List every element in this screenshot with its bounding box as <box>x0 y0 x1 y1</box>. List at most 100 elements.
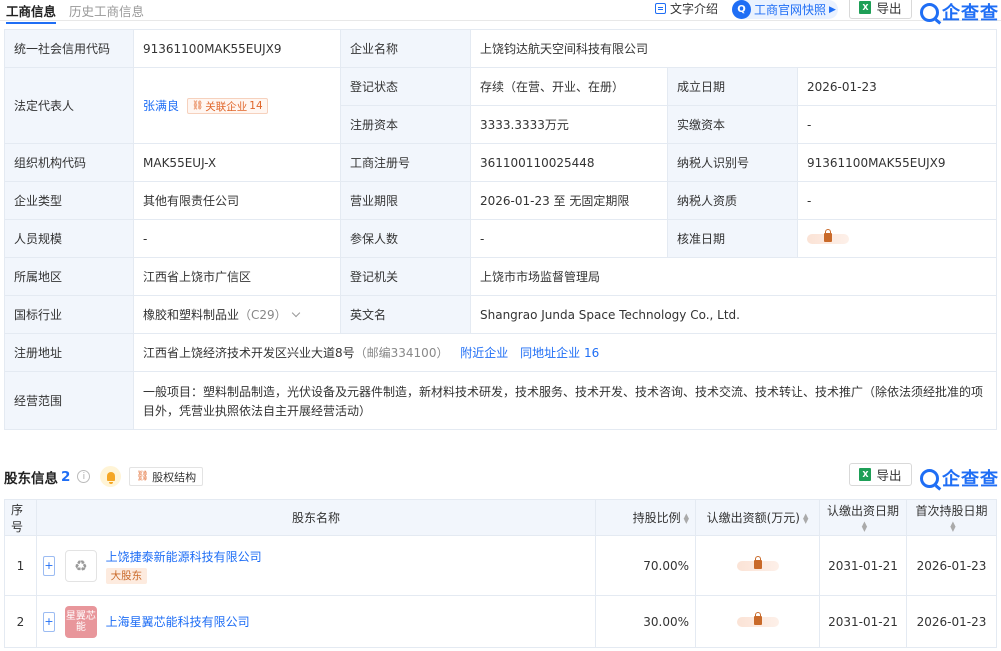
table-header-row: 序号 股东名称 持股比例 ▲ ▼ 认缴出资额(万元) ▲ ▼ 认缴出资日期▲ ▼ 首次持股… <box>4 499 997 536</box>
shareholder-info: 上饶捷泰新能源科技有限公司 大股东 <box>105 548 262 584</box>
equity-structure-button[interactable]: ⛓ 股权结构 <box>129 467 204 486</box>
excel-icon: X <box>859 468 872 481</box>
shareholder-count: 2 <box>61 468 71 485</box>
tab-business-info[interactable]: 工商信息 <box>6 1 57 24</box>
export-button-shareholders[interactable]: X 导出 <box>849 463 912 486</box>
info-icon[interactable]: i <box>77 470 91 483</box>
taxpayer-id-label: 纳税人识别号 <box>667 143 798 182</box>
monitor-bell-button[interactable] <box>100 466 122 487</box>
term-label: 营业期限 <box>340 181 471 220</box>
table-row: 人员规模 - 参保人数 - 核准日期 <box>4 219 998 258</box>
row-index: 2 <box>4 595 37 648</box>
company-name-value: 上饶钧达航天空间科技有限公司 <box>469 29 998 68</box>
expand-plus-button[interactable]: + <box>43 555 55 576</box>
sort-icon: ▲ ▼ <box>950 519 956 533</box>
col-ratio[interactable]: 持股比例 ▲ ▼ <box>595 499 696 536</box>
reg-capital-label: 注册资本 <box>340 105 471 144</box>
col-name: 股东名称 <box>36 499 596 536</box>
address-value: 江西省上饶经济技术开发区兴业大道8号 <box>143 346 355 360</box>
table-row: 统一社会信用代码 91361100MAK55EUJX9 企业名称 上饶钧达航天空… <box>4 29 998 68</box>
approved-label: 核准日期 <box>667 219 798 258</box>
org-code-value: MAK55EUJ-X <box>133 143 341 182</box>
vip-locked-value[interactable] <box>807 229 849 244</box>
related-label: 关联企业 <box>205 100 248 113</box>
vip-locked-value[interactable] <box>736 556 779 571</box>
paid-capital-label: 实缴资本 <box>667 105 798 144</box>
region-label: 所属地区 <box>4 257 134 296</box>
industry-value: 橡胶和塑料制品业 <box>143 308 240 322</box>
legal-rep-link[interactable]: 张满良 <box>143 99 179 113</box>
address-label: 注册地址 <box>4 333 134 372</box>
export-button-top[interactable]: X 导出 <box>849 0 912 19</box>
chevron-down-icon[interactable] <box>291 308 300 318</box>
shareholder-table: 序号 股东名称 持股比例 ▲ ▼ 认缴出资额(万元) ▲ ▼ 认缴出资日期▲ ▼ 首次持股… <box>4 499 997 648</box>
col-subscribed-amount-label: 认缴出资额(万元) <box>706 511 800 525</box>
vip-locked-value[interactable] <box>736 612 779 627</box>
tab-history-business-info[interactable]: 历史工商信息 <box>69 1 144 20</box>
taxpayer-qual-label: 纳税人资质 <box>667 181 798 220</box>
nearby-companies-link[interactable]: 附近企业 <box>460 346 508 360</box>
lock-icon <box>753 556 762 569</box>
same-address-label: 同地址企业 <box>520 346 581 360</box>
table-row: 国标行业 橡胶和塑料制品业（C29） 英文名 Shangrao Junda Sp… <box>4 295 998 334</box>
reg-no-label: 工商注册号 <box>340 143 471 182</box>
business-info-table: 统一社会信用代码 91361100MAK55EUJX9 企业名称 上饶钧达航天空… <box>4 29 998 430</box>
related-count: 14 <box>249 100 263 113</box>
industry-label: 国标行业 <box>4 295 134 334</box>
qichacha-logo: 企查查 <box>920 465 999 491</box>
snapshot-icon: Q <box>732 0 751 19</box>
ratio-value: 70.00% <box>595 535 696 596</box>
same-address-link[interactable]: 同地址企业 16 <box>520 346 599 360</box>
industry-cell[interactable]: 橡胶和塑料制品业（C29） <box>133 295 341 334</box>
row-index: 1 <box>4 535 37 596</box>
recycle-logo-icon: ♻ <box>64 549 97 582</box>
region-value: 江西省上饶市广信区 <box>133 257 341 296</box>
lock-icon <box>753 612 762 625</box>
subscribed-amount-locked[interactable] <box>695 595 820 648</box>
related-company-badge[interactable]: ⛓ 关联企业 14 <box>186 98 268 115</box>
play-arrow-icon: ▶ <box>829 4 836 15</box>
status-value: 存续（在营、开业、在册） <box>470 67 668 106</box>
col-subscribed-amount[interactable]: 认缴出资额(万元) ▲ ▼ <box>695 499 820 536</box>
first-date-value: 2026-01-23 <box>906 595 997 648</box>
english-name-value: Shangrao Junda Space Technology Co., Ltd… <box>469 295 998 334</box>
subscribed-amount-locked[interactable] <box>695 535 820 596</box>
related-icon: ⛓ <box>191 101 204 112</box>
col-subscribed-date[interactable]: 认缴出资日期▲ ▼ <box>819 499 907 536</box>
official-snapshot-button[interactable]: Q 工商官网快照 ▶ <box>732 0 838 19</box>
qichacha-mark-icon <box>920 468 939 488</box>
shareholder-name-link[interactable]: 上饶捷泰新能源科技有限公司 <box>106 548 262 565</box>
company-name-label: 企业名称 <box>340 29 471 68</box>
table-row: 企业类型 其他有限责任公司 营业期限 2026-01-23 至 无固定期限 纳税… <box>4 181 998 220</box>
legal-rep-label: 法定代表人 <box>4 67 134 144</box>
expand-plus-button[interactable]: + <box>43 611 55 632</box>
snapshot-label: 工商官网快照 <box>754 3 827 17</box>
table-row: 2 + 星翼芯能 上海星翼芯能科技有限公司 30.00% 2031-01-21 … <box>4 595 997 648</box>
scope-label: 经营范围 <box>4 371 134 430</box>
legal-rep-cell: 张满良 ⛓ 关联企业 14 <box>133 67 341 144</box>
sort-icon: ▲ ▼ <box>683 511 689 525</box>
shareholder-name-link[interactable]: 上海星翼芯能科技有限公司 <box>106 615 250 629</box>
qichacha-logo: 企查查 <box>920 0 999 25</box>
sort-icon: ▲ ▼ <box>861 519 868 533</box>
col-subscribed-date-label: 认缴出资日期 <box>826 504 899 518</box>
table-row: 所属地区 江西省上饶市广信区 登记机关 上饶市市场监督管理局 <box>4 257 998 296</box>
shareholder-info: 上海星翼芯能科技有限公司 <box>106 613 250 630</box>
text-intro-button[interactable]: 文字介绍 <box>655 0 718 17</box>
subscribed-date-value: 2031-01-21 <box>819 595 907 648</box>
credit-code-value: 91361100MAK55EUJX9 <box>133 29 341 68</box>
export-label: 导出 <box>876 468 902 483</box>
shareholder-section-header: 股东信息 2 i ⛓ 股权结构 <box>4 466 204 487</box>
authority-label: 登记机关 <box>340 257 471 296</box>
insured-label: 参保人数 <box>340 219 471 258</box>
col-first-date[interactable]: 首次持股日期▲ ▼ <box>906 499 997 536</box>
postcode: （邮编334100） <box>354 346 449 360</box>
shareholder-name-cell: + 星翼芯能 上海星翼芯能科技有限公司 <box>36 595 596 648</box>
table-row: 组织机构代码 MAK55EUJ-X 工商注册号 361100110025448 … <box>4 143 998 182</box>
approved-value-locked[interactable] <box>796 219 998 258</box>
taxpayer-id-value: 91361100MAK55EUJX9 <box>796 143 998 182</box>
term-value: 2026-01-23 至 无固定期限 <box>470 181 668 220</box>
staff-value: - <box>133 219 341 258</box>
brand-text: 企查查 <box>942 469 999 490</box>
shareholder-title: 股东信息 <box>4 470 58 487</box>
